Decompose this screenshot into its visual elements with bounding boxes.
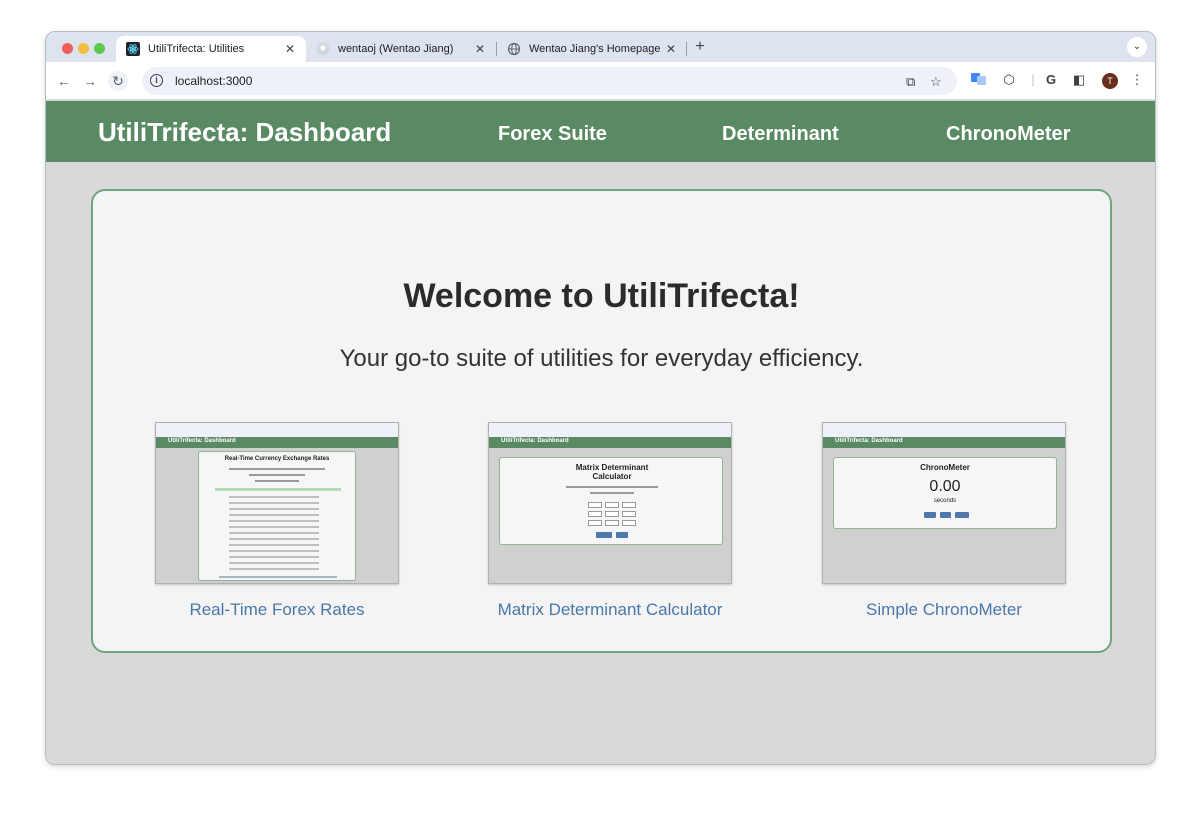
determinant-thumbnail[interactable]: UtiliTrifecta: Dashboard Matrix Determin…: [488, 422, 732, 584]
thumb-title: Matrix Determinant Calculator: [575, 463, 649, 481]
reload-icon[interactable]: ↻: [108, 71, 128, 91]
install-app-icon[interactable]: ⧉: [906, 74, 915, 90]
close-tab-icon[interactable]: ✕: [472, 42, 488, 56]
thumb-title: Real-Time Currency Exchange Rates: [224, 456, 330, 462]
nav-link-forex-suite[interactable]: Forex Suite: [498, 123, 607, 146]
nav-link-determinant[interactable]: Determinant: [722, 123, 839, 146]
chronometer-thumbnail[interactable]: UtiliTrifecta: Dashboard ChronoMeter 0.0…: [822, 422, 1066, 584]
globe-icon: [507, 42, 521, 56]
bookmark-star-icon[interactable]: ☆: [930, 74, 942, 90]
toolbar-separator: |: [1031, 72, 1035, 87]
thumb-brand: UtiliTrifecta: Dashboard: [501, 438, 569, 444]
nav-link-chronometer[interactable]: ChronoMeter: [946, 123, 1070, 146]
url-text: localhost:3000: [175, 74, 253, 88]
welcome-card: Welcome to UtiliTrifecta! Your go-to sui…: [91, 189, 1112, 653]
tab-separator: [686, 42, 687, 56]
side-panel-icon[interactable]: ◧: [1070, 72, 1088, 88]
tile-label-determinant[interactable]: Matrix Determinant Calculator: [458, 600, 762, 620]
close-tab-icon[interactable]: ✕: [663, 42, 679, 56]
tab-title: wentaoj (Wentao Jiang): [338, 43, 454, 55]
tile-forex[interactable]: UtiliTrifecta: Dashboard Real-Time Curre…: [155, 422, 399, 619]
react-icon: [126, 42, 140, 56]
thumb-brand: UtiliTrifecta: Dashboard: [835, 438, 903, 444]
forward-arrow-icon[interactable]: →: [80, 71, 100, 91]
translate-icon[interactable]: [970, 72, 988, 89]
app-brand[interactable]: UtiliTrifecta: Dashboard: [98, 117, 391, 148]
forex-thumbnail[interactable]: UtiliTrifecta: Dashboard Real-Time Curre…: [155, 422, 399, 584]
welcome-tagline: Your go-to suite of utilities for everyd…: [339, 345, 864, 372]
address-bar[interactable]: i localhost:3000 ⧉ ☆: [142, 67, 957, 95]
tile-label-chronometer[interactable]: Simple ChronoMeter: [792, 600, 1096, 620]
thumb-timer-unit: seconds: [933, 498, 957, 504]
tile-chronometer[interactable]: UtiliTrifecta: Dashboard ChronoMeter 0.0…: [822, 422, 1066, 619]
browser-window: UtiliTrifecta: Utilities ✕ wentaoj (Went…: [45, 31, 1156, 765]
app-navbar: UtiliTrifecta: Dashboard Forex Suite Det…: [46, 101, 1155, 162]
thumb-timer-value: 0.00: [929, 478, 961, 495]
new-tab-button[interactable]: +: [692, 38, 708, 56]
welcome-title: Welcome to UtiliTrifecta!: [403, 277, 800, 315]
back-arrow-icon[interactable]: ←: [54, 71, 74, 91]
google-icon[interactable]: G: [1042, 72, 1060, 87]
tile-determinant[interactable]: UtiliTrifecta: Dashboard Matrix Determin…: [488, 422, 732, 619]
kebab-menu-icon[interactable]: ⋮: [1128, 72, 1146, 88]
tab-title: UtiliTrifecta: Utilities: [148, 43, 245, 55]
tab-homepage[interactable]: Wentao Jiang's Homepage ✕: [497, 36, 687, 62]
close-tab-icon[interactable]: ✕: [282, 42, 298, 56]
close-window-button[interactable]: [62, 43, 73, 54]
minimize-window-button[interactable]: [78, 43, 89, 54]
tile-label-forex[interactable]: Real-Time Forex Rates: [125, 600, 429, 620]
page-content: UtiliTrifecta: Dashboard Forex Suite Det…: [46, 101, 1155, 764]
site-info-icon[interactable]: i: [150, 74, 163, 87]
browser-toolbar: ← → ↻ i localhost:3000 ⧉ ☆ ⬡ | G ◧ T ⋮: [46, 62, 1155, 100]
profile-avatar[interactable]: T: [1102, 73, 1118, 89]
tab-github[interactable]: wentaoj (Wentao Jiang) ✕: [306, 36, 496, 62]
tab-utilitrifecta[interactable]: UtiliTrifecta: Utilities ✕: [116, 36, 306, 62]
tab-title: Wentao Jiang's Homepage: [529, 43, 661, 55]
thumb-brand: UtiliTrifecta: Dashboard: [168, 438, 236, 444]
github-icon: [316, 42, 330, 56]
tab-search-button[interactable]: ⌄: [1127, 37, 1147, 57]
thumb-title: ChronoMeter: [920, 463, 970, 472]
extensions-puzzle-icon[interactable]: ⬡: [1000, 72, 1018, 88]
maximize-window-button[interactable]: [94, 43, 105, 54]
tab-strip: UtiliTrifecta: Utilities ✕ wentaoj (Went…: [46, 32, 1155, 62]
